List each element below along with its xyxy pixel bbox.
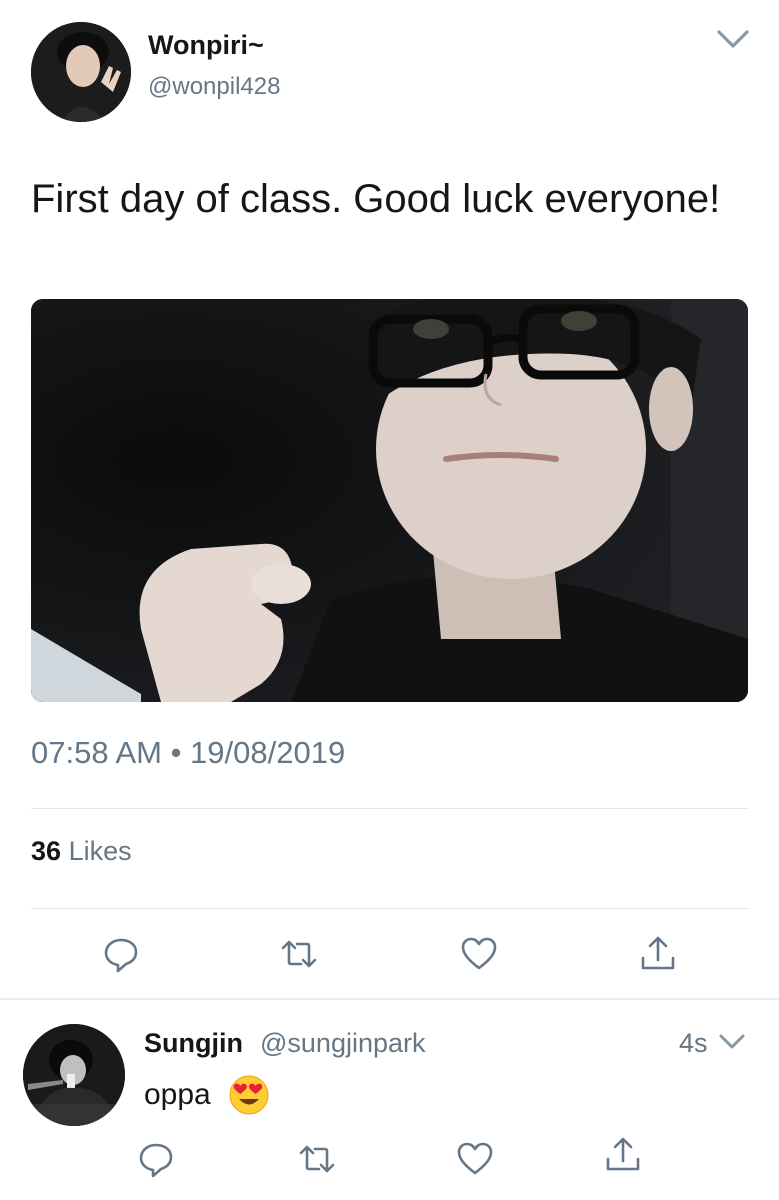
- author-avatar[interactable]: [31, 22, 131, 122]
- reply-icon[interactable]: [101, 934, 141, 974]
- tweet-photo[interactable]: [31, 299, 748, 702]
- author-handle[interactable]: @wonpil428: [148, 73, 280, 101]
- likes-count: 36: [31, 836, 62, 866]
- chevron-down-icon[interactable]: [716, 28, 750, 50]
- reply-handle[interactable]: @sungjinpark: [260, 1028, 426, 1059]
- tweet-text: First day of class. Good luck everyone!: [31, 177, 721, 221]
- reply-text: oppa: [144, 1078, 211, 1111]
- author-display-name[interactable]: Wonpiri~: [148, 30, 264, 61]
- heart-eyes-emoji: [228, 1074, 270, 1116]
- share-icon[interactable]: [603, 1135, 643, 1175]
- chevron-down-icon[interactable]: [718, 1033, 746, 1051]
- like-icon[interactable]: [459, 934, 499, 974]
- divider: [31, 808, 748, 809]
- tweet-timestamp: 07:58 AM • 19/08/2019: [31, 735, 346, 770]
- reply-time: 4s: [679, 1028, 708, 1058]
- retweet-icon[interactable]: [297, 1139, 337, 1179]
- share-icon[interactable]: [638, 934, 678, 974]
- likes-label: Likes: [68, 836, 132, 866]
- reply-icon[interactable]: [136, 1139, 176, 1179]
- thread-separator: [0, 998, 779, 1000]
- likes-stat[interactable]: 36 Likes: [31, 836, 132, 867]
- reply-author-avatar[interactable]: [23, 1024, 125, 1126]
- like-icon[interactable]: [455, 1139, 495, 1179]
- divider: [31, 908, 748, 909]
- reply-display-name[interactable]: Sungjin: [144, 1028, 243, 1059]
- retweet-icon[interactable]: [279, 934, 319, 974]
